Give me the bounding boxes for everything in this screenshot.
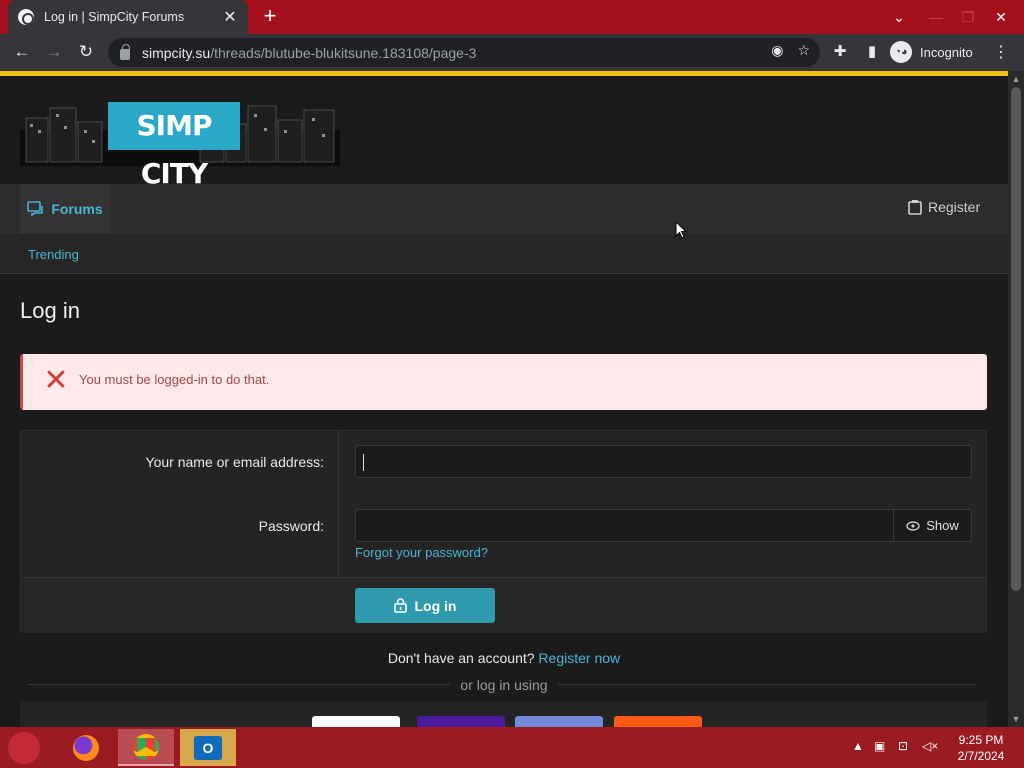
or-login-text: or log in using [450,677,558,693]
minimize-button[interactable]: — [920,0,952,34]
nav-forums-tab[interactable]: Forums [20,184,110,234]
login-form: Your name or email address: Password: Sh… [20,430,987,633]
scroll-down-icon[interactable]: ▼ [1008,711,1024,727]
taskbar-outlook[interactable]: O [180,729,236,766]
social-login-button-1[interactable] [312,716,400,727]
url-path: /threads/blutube-blukitsune.183108/page-… [210,44,477,61]
site-header: SIMP CITY [0,76,1008,190]
page-scrollbar[interactable]: ▲ ▼ [1008,71,1024,727]
form-label-column: Your name or email address: Password: [21,431,339,577]
clock-time: 9:25 PM [958,733,1004,747]
comments-icon [27,201,44,217]
social-login-button-4[interactable] [614,716,702,727]
maximize-button[interactable]: ❐ [952,0,984,34]
alert-message: You must be logged-in to do that. [79,372,270,387]
social-login-button-2[interactable] [417,716,505,727]
nav-register-label: Register [928,199,981,215]
register-now-link[interactable]: Register now [538,650,620,666]
form-footer: Log in [21,577,986,633]
incognito-label: Incognito [920,44,973,60]
window-close-button[interactable]: ✕ [986,0,1016,34]
browser-menu-icon[interactable]: ⋮ [993,42,1009,62]
browser-tab[interactable]: Log in | SimpCity Forums ✕ [8,0,248,34]
tab-close-button[interactable]: ✕ [222,7,238,27]
login-button[interactable]: Log in [355,588,495,623]
social-login-button-3[interactable] [515,716,603,727]
tab-title: Log in | SimpCity Forums [44,10,185,24]
scroll-up-icon[interactable]: ▲ [1008,71,1024,87]
nav-forums-label: Forums [51,201,103,217]
tray-expand-icon[interactable]: ▲ [852,739,864,753]
show-password-button[interactable]: Show [893,510,971,541]
login-button-label: Log in [414,597,457,614]
firefox-icon [73,734,99,761]
incognito-indicator[interactable]: ◔◕ Incognito [890,40,984,64]
logo-text: SIMP CITY [108,102,240,190]
web-page: SIMP CITY Forums Register Trending Log i… [0,76,1008,727]
register-prompt: Don't have an account? Register now [0,650,1008,666]
site-logo[interactable]: SIMP CITY [20,100,340,190]
taskbar-chrome[interactable] [118,729,174,766]
username-input[interactable] [355,445,972,478]
main-navigation: Forums Register [0,184,1008,234]
start-button[interactable] [8,732,40,764]
eye-off-icon[interactable]: ◉ [771,42,783,59]
windows-taskbar: O ▲ ▣ ⊡ ◁× 9:25 PM 2/7/2024 [0,727,1024,768]
forgot-password-link[interactable]: Forgot your password? [355,545,488,560]
volume-muted-icon[interactable]: ◁× [922,739,938,753]
or-login-divider: or log in using [0,677,1008,695]
url-host: simpcity.su [142,44,211,61]
browser-tab-strip: Log in | SimpCity Forums ✕ + ⌄ — ❐ ✕ [0,0,1024,34]
show-password-label: Show [926,518,959,533]
eye-icon [906,520,920,531]
trending-link[interactable]: Trending [28,247,79,262]
tray-device-icon[interactable]: ▣ [874,739,885,753]
clipboard-icon [908,200,922,215]
bookmark-star-icon[interactable]: ☆ [797,42,810,59]
incognito-icon: ◔◕ [890,41,912,63]
text-caret [363,454,364,471]
reload-icon[interactable]: ↻ [74,40,98,64]
browser-toolbar: ← → ↻ simpcity.su/threads/blutube-blukit… [0,34,1024,71]
side-panel-icon[interactable]: ▮ [862,42,882,60]
no-account-text: Don't have an account? [387,650,535,666]
error-alert: ✕ You must be logged-in to do that. [20,354,987,410]
address-bar[interactable]: simpcity.su/threads/blutube-blukitsune.1… [108,38,820,67]
password-input[interactable]: Show [355,509,972,542]
scrollbar-thumb[interactable] [1011,87,1021,591]
tab-search-icon[interactable]: ⌄ [886,0,912,34]
chrome-icon [133,733,159,760]
page-title: Log in [20,298,80,323]
lock-icon [120,44,130,60]
nav-register-link[interactable]: Register [908,199,980,215]
taskbar-firefox[interactable] [58,729,114,766]
new-tab-button[interactable]: + [258,4,282,28]
mouse-cursor-icon [675,221,687,239]
network-icon[interactable]: ⊡ [898,739,908,753]
sub-navigation: Trending [0,234,1008,274]
extensions-icon[interactable]: ✚ [830,42,850,60]
system-clock[interactable]: 9:25 PM 2/7/2024 [948,732,1014,764]
social-login-bar [20,702,987,727]
back-icon[interactable]: ← [10,40,34,64]
username-label: Your name or email address: [145,454,324,470]
outlook-icon: O [194,735,222,760]
clock-date: 2/7/2024 [957,749,1005,763]
globe-icon [18,9,34,25]
password-label: Password: [258,518,324,534]
lock-icon [393,598,407,613]
forward-icon[interactable]: → [42,40,66,64]
error-x-icon: ✕ [43,364,69,397]
